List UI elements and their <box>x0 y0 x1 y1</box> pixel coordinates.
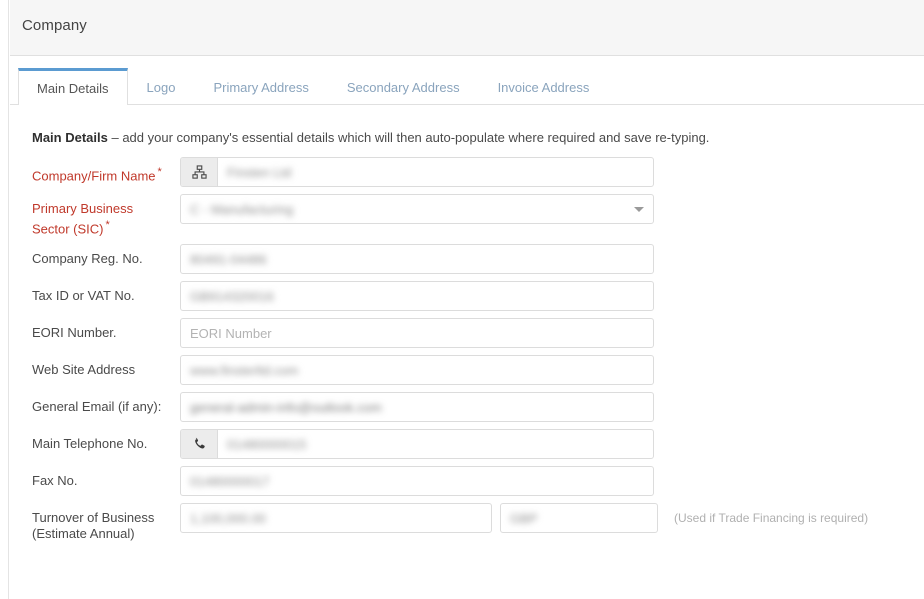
sic-select-wrap: C - Manufacturing <box>180 194 654 224</box>
company-name-input-group: Finsten Ltd <box>180 157 654 187</box>
page-title: Company <box>22 17 87 34</box>
label-turnover: Turnover of Business (Estimate Annual) <box>10 503 180 542</box>
intro-bold: Main Details <box>32 130 108 145</box>
label-sic-line2: Sector (SIC) <box>32 221 104 237</box>
phone-icon <box>181 430 218 459</box>
turnover-currency-value: GBP <box>510 510 538 526</box>
tab-primary-address-label: Primary Address <box>213 79 309 95</box>
form-row-tax-vat: Tax ID or VAT No. GB914320016 <box>10 281 924 312</box>
tab-main-details[interactable]: Main Details <box>18 68 128 106</box>
field-area-telephone: 01480000015 <box>180 429 924 460</box>
tab-invoice-address-label: Invoice Address <box>497 79 590 95</box>
turnover-currency-input[interactable]: GBP <box>500 503 658 534</box>
field-area-company-name: Finsten Ltd <box>180 157 924 187</box>
field-area-fax: 01480000017 <box>180 466 924 497</box>
telephone-input[interactable]: 01480000015 <box>218 430 653 458</box>
field-area-website: www.finsterltd.com <box>180 355 924 386</box>
form-row-company-reg: Company Reg. No. 80491-04486 <box>10 244 924 275</box>
intro-rest: – add your company's essential details w… <box>107 130 710 145</box>
label-telephone: Main Telephone No. <box>32 436 148 452</box>
label-turnover-line2: (Estimate Annual) <box>32 526 135 542</box>
turnover-hint: (Used if Trade Financing is required) <box>674 511 869 526</box>
label-company-reg: Company Reg. No. <box>32 251 143 267</box>
tab-panel-main-details: Main Details – add your company's essent… <box>10 105 924 599</box>
required-marker-sic: * <box>105 219 110 231</box>
turnover-amount-input[interactable]: 1,100,000.00 <box>180 503 492 534</box>
sitemap-icon <box>181 158 218 186</box>
company-name-input[interactable]: Finsten Ltd <box>218 158 653 186</box>
form-row-general-email: General Email (if any): general-admin-in… <box>10 392 924 423</box>
company-reg-value: 80491-04486 <box>190 251 267 267</box>
tax-vat-input[interactable]: GB914320016 <box>180 281 654 312</box>
fax-value: 01480000017 <box>190 473 270 489</box>
form-row-fax: Fax No. 01480000017 <box>10 466 924 497</box>
tab-logo[interactable]: Logo <box>128 68 195 105</box>
eori-input[interactable] <box>180 318 654 349</box>
form-row-sic: Primary Business Sector (SIC) * C - Manuf… <box>10 194 924 237</box>
field-area-company-reg: 80491-04486 <box>180 244 924 275</box>
turnover-amount-value: 1,100,000.00 <box>190 510 266 526</box>
label-eori: EORI Number. <box>32 325 117 341</box>
left-gutter <box>0 0 9 599</box>
field-area-eori <box>180 318 924 349</box>
company-name-value: Finsten Ltd <box>227 164 292 180</box>
field-area-turnover: 1,100,000.00 GBP (Used if Trade Financin… <box>180 503 924 534</box>
tab-secondary-address-label: Secondary Address <box>346 79 460 95</box>
company-reg-input[interactable]: 80491-04486 <box>180 244 654 275</box>
field-area-general-email: general-admin-info@outlook.com <box>180 392 924 423</box>
fax-input[interactable]: 01480000017 <box>180 466 654 497</box>
tab-logo-label: Logo <box>146 79 176 95</box>
website-value: www.finsterltd.com <box>190 362 299 378</box>
tab-main-details-label: Main Details <box>37 80 109 96</box>
field-area-tax-vat: GB914320016 <box>180 281 924 312</box>
telephone-value: 01480000015 <box>227 436 307 452</box>
tab-invoice-address[interactable]: Invoice Address <box>479 68 609 105</box>
general-email-value: general-admin-info@outlook.com <box>190 399 382 415</box>
main-details-form: Company/Firm Name * Finsten Ltd Primary … <box>10 157 924 549</box>
form-row-telephone: Main Telephone No. 01480000015 <box>10 429 924 460</box>
label-company-name: Company/Firm Name * <box>10 157 180 184</box>
label-general-email: General Email (if any): <box>32 399 162 415</box>
label-sic: Primary Business Sector (SIC) * <box>10 194 180 237</box>
general-email-input[interactable]: general-admin-info@outlook.com <box>180 392 654 423</box>
label-sic-line1: Primary Business <box>32 201 134 216</box>
page-header: Company <box>10 0 924 56</box>
label-website: Web Site Address <box>32 362 136 378</box>
label-company-name-text: Company/Firm Name <box>32 168 156 184</box>
tab-strip: Main Details Logo Primary Address Second… <box>10 68 924 106</box>
telephone-input-group: 01480000015 <box>180 429 654 460</box>
form-row-company-name: Company/Firm Name * Finsten Ltd <box>10 157 924 187</box>
label-turnover-line1: Turnover of Business <box>32 510 155 526</box>
website-input[interactable]: www.finsterltd.com <box>180 355 654 386</box>
sic-value: C - Manufacturing <box>190 201 294 217</box>
tab-list: Main Details Logo Primary Address Second… <box>18 68 609 106</box>
tab-primary-address[interactable]: Primary Address <box>194 68 327 105</box>
form-row-website: Web Site Address www.finsterltd.com <box>10 355 924 386</box>
label-tax-vat: Tax ID or VAT No. <box>32 288 135 304</box>
field-area-sic: C - Manufacturing <box>180 194 924 224</box>
tax-vat-value: GB914320016 <box>190 288 274 304</box>
label-fax: Fax No. <box>32 473 78 489</box>
required-marker-company-name: * <box>157 166 162 178</box>
form-row-eori: EORI Number. <box>10 318 924 349</box>
form-row-turnover: Turnover of Business (Estimate Annual) 1… <box>10 503 924 542</box>
tab-secondary-address[interactable]: Secondary Address <box>328 68 479 105</box>
company-main-details-page: Company Main Details Logo Primary Addres… <box>0 0 924 599</box>
intro-text: Main Details – add your company's essent… <box>32 130 709 145</box>
sic-select[interactable]: C - Manufacturing <box>180 194 654 224</box>
